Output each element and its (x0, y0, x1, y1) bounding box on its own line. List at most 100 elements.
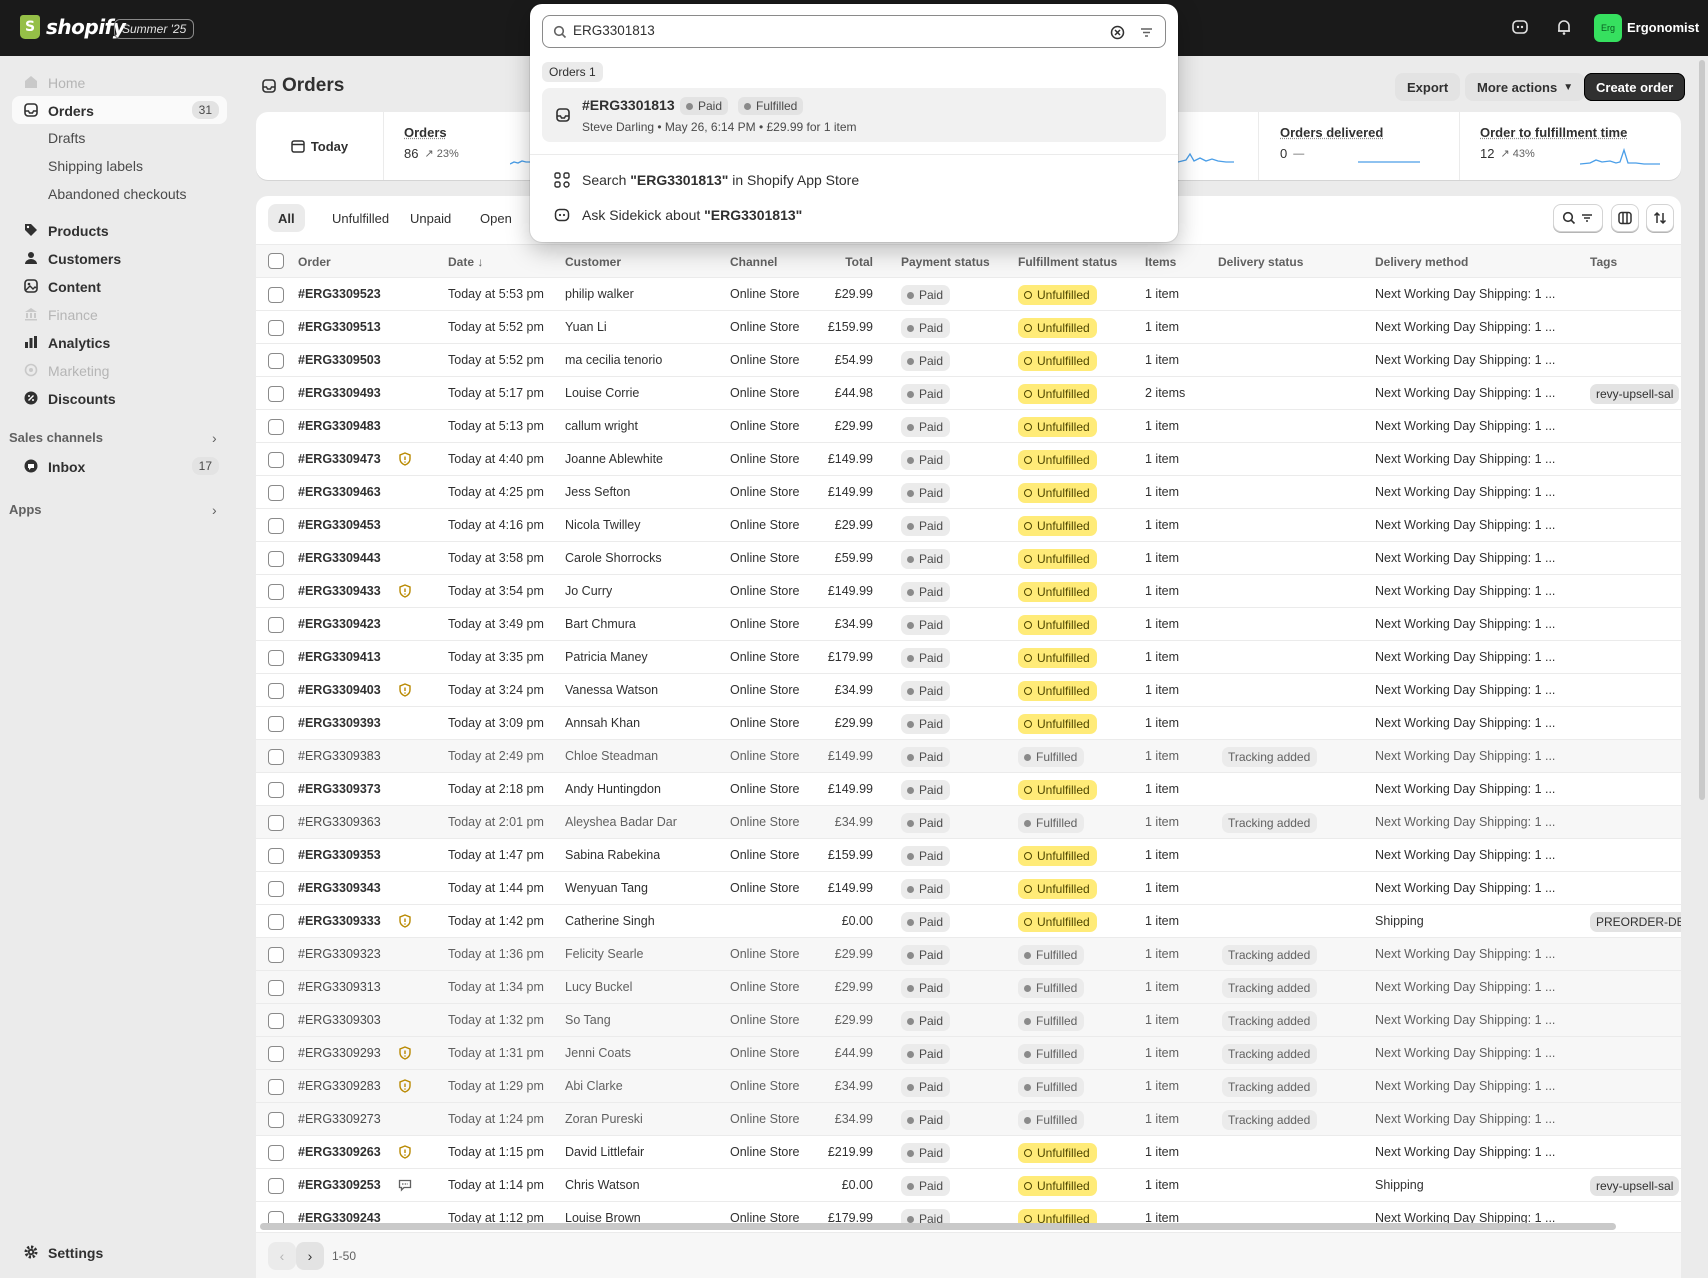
item-count[interactable]: 1 item (1145, 419, 1179, 433)
tab-all[interactable]: All (268, 204, 305, 232)
table-row[interactable]: #ERG3309353 Today at 1:47 pm Sabina Rabeki… (256, 839, 1681, 872)
table-row[interactable]: #ERG3309283 Today at 1:29 pm Abi Clarke Onl… (256, 1070, 1681, 1103)
ask-sidekick-action[interactable]: Ask Sidekick about "ERG3301813" (554, 204, 802, 226)
sidebar-item-discounts[interactable]: Discounts (12, 384, 227, 412)
order-number[interactable]: #ERG3309373 (298, 782, 381, 796)
risk-shield-icon[interactable] (398, 1079, 412, 1093)
vertical-scrollbar[interactable] (1698, 56, 1706, 1278)
row-checkbox[interactable] (268, 848, 284, 864)
col-payment-status[interactable]: Payment status (901, 255, 990, 269)
search-filter-button[interactable] (1553, 204, 1603, 232)
table-row[interactable]: #ERG3309323 Today at 1:36 pm Felicity Sear… (256, 938, 1681, 971)
item-count[interactable]: 1 item (1145, 1145, 1179, 1159)
table-row[interactable]: #ERG3309363 Today at 2:01 pm Aleyshea Bada… (256, 806, 1681, 839)
clear-icon[interactable] (1110, 25, 1125, 40)
row-checkbox[interactable] (268, 1145, 284, 1161)
scrollbar-thumb[interactable] (1699, 60, 1705, 800)
col-fulfillment-status[interactable]: Fulfillment status (1018, 255, 1117, 269)
col-channel[interactable]: Channel (730, 255, 777, 269)
item-count[interactable]: 1 item (1145, 485, 1179, 499)
item-count[interactable]: 1 item (1145, 881, 1179, 895)
row-checkbox[interactable] (268, 386, 284, 402)
order-number[interactable]: #ERG3309453 (298, 518, 381, 532)
item-count[interactable]: 1 item (1145, 749, 1179, 763)
order-number[interactable]: #ERG3309433 (298, 584, 381, 598)
item-count[interactable]: 1 item (1145, 848, 1179, 862)
order-number[interactable]: #ERG3309513 (298, 320, 381, 334)
item-count[interactable]: 1 item (1145, 452, 1179, 466)
select-all-checkbox[interactable] (268, 253, 284, 269)
order-number[interactable]: #ERG3309303 (298, 1013, 381, 1027)
table-row[interactable]: #ERG3309493 Today at 5:17 pm Louise Corrie… (256, 377, 1681, 410)
row-checkbox[interactable] (268, 551, 284, 567)
item-count[interactable]: 1 item (1145, 1178, 1179, 1192)
order-number[interactable]: #ERG3309253 (298, 1178, 381, 1192)
item-count[interactable]: 1 item (1145, 1112, 1179, 1126)
item-count[interactable]: 1 item (1145, 1046, 1179, 1060)
note-icon[interactable] (398, 1178, 412, 1192)
row-checkbox[interactable] (268, 947, 284, 963)
row-checkbox[interactable] (268, 683, 284, 699)
table-row[interactable]: #ERG3309453 Today at 4:16 pm Nicola Twille… (256, 509, 1681, 542)
risk-shield-icon[interactable] (398, 1046, 412, 1060)
item-count[interactable]: 1 item (1145, 683, 1179, 697)
item-count[interactable]: 1 item (1145, 353, 1179, 367)
item-count[interactable]: 1 item (1145, 914, 1179, 928)
table-row[interactable]: #ERG3309393 Today at 3:09 pm Annsah Khan On… (256, 707, 1681, 740)
row-checkbox[interactable] (268, 485, 284, 501)
bell-icon[interactable] (1554, 18, 1574, 38)
order-number[interactable]: #ERG3309333 (298, 914, 381, 928)
order-number[interactable]: #ERG3309403 (298, 683, 381, 697)
create-order-button[interactable]: Create order (1584, 73, 1686, 101)
order-number[interactable]: #ERG3309473 (298, 452, 381, 466)
item-count[interactable]: 1 item (1145, 716, 1179, 730)
row-checkbox[interactable] (268, 749, 284, 765)
row-checkbox[interactable] (268, 782, 284, 798)
sidebar-item-home[interactable]: Home (12, 68, 227, 96)
more-actions-button[interactable]: More actions ▼ (1465, 73, 1586, 101)
search-app-store-action[interactable]: Search "ERG3301813" in Shopify App Store (554, 169, 859, 191)
item-count[interactable]: 1 item (1145, 650, 1179, 664)
col-delivery-status[interactable]: Delivery status (1218, 255, 1303, 269)
risk-shield-icon[interactable] (398, 914, 412, 928)
order-number[interactable]: #ERG3309283 (298, 1079, 381, 1093)
row-checkbox[interactable] (268, 914, 284, 930)
risk-shield-icon[interactable] (398, 683, 412, 697)
row-checkbox[interactable] (268, 881, 284, 897)
metric-orders[interactable]: Orders 86 ↗ 23% (404, 125, 459, 161)
sales-channels-label[interactable]: Sales channels (9, 430, 103, 445)
item-count[interactable]: 2 items (1145, 386, 1185, 400)
risk-shield-icon[interactable] (398, 584, 412, 598)
order-number[interactable]: #ERG3309413 (298, 650, 381, 664)
row-checkbox[interactable] (268, 650, 284, 666)
col-items[interactable]: Items (1145, 255, 1176, 269)
item-count[interactable]: 1 item (1145, 320, 1179, 334)
table-row[interactable]: #ERG3309253 Today at 1:14 pm Chris Watson £… (256, 1169, 1681, 1202)
table-row[interactable]: #ERG3309273 Today at 1:24 pm Zoran Pureski… (256, 1103, 1681, 1136)
order-number[interactable]: #ERG3309483 (298, 419, 381, 433)
order-number[interactable]: #ERG3309363 (298, 815, 381, 829)
export-button[interactable]: Export (1395, 73, 1461, 101)
col-order[interactable]: Order (298, 255, 331, 269)
table-row[interactable]: #ERG3309383 Today at 2:49 pm Chloe Steadma… (256, 740, 1681, 773)
item-count[interactable]: 1 item (1145, 782, 1179, 796)
table-row[interactable]: #ERG3309403 Today at 3:24 pm Vanessa Watso… (256, 674, 1681, 707)
order-number[interactable]: #ERG3309353 (298, 848, 381, 862)
sidebar-item-content[interactable]: Content (12, 272, 227, 300)
sidebar-item-inbox[interactable]: Inbox 17 (12, 452, 227, 480)
table-row[interactable]: #ERG3309263 Today at 1:15 pm David Littlef… (256, 1136, 1681, 1169)
risk-shield-icon[interactable] (398, 1145, 412, 1159)
table-row[interactable]: #ERG3309443 Today at 3:58 pm Carole Shorro… (256, 542, 1681, 575)
row-checkbox[interactable] (268, 452, 284, 468)
row-checkbox[interactable] (268, 716, 284, 732)
order-number[interactable]: #ERG3309493 (298, 386, 381, 400)
item-count[interactable]: 1 item (1145, 551, 1179, 565)
sidebar-item-products[interactable]: Products (12, 216, 227, 244)
order-number[interactable]: #ERG3309393 (298, 716, 381, 730)
table-row[interactable]: #ERG3309313 Today at 1:34 pm Lucy Buckel On… (256, 971, 1681, 1004)
tab-unpaid[interactable]: Unpaid (400, 204, 461, 232)
order-number[interactable]: #ERG3309293 (298, 1046, 381, 1060)
order-number[interactable]: #ERG3309313 (298, 980, 381, 994)
col-tags[interactable]: Tags (1590, 255, 1617, 269)
row-checkbox[interactable] (268, 1013, 284, 1029)
